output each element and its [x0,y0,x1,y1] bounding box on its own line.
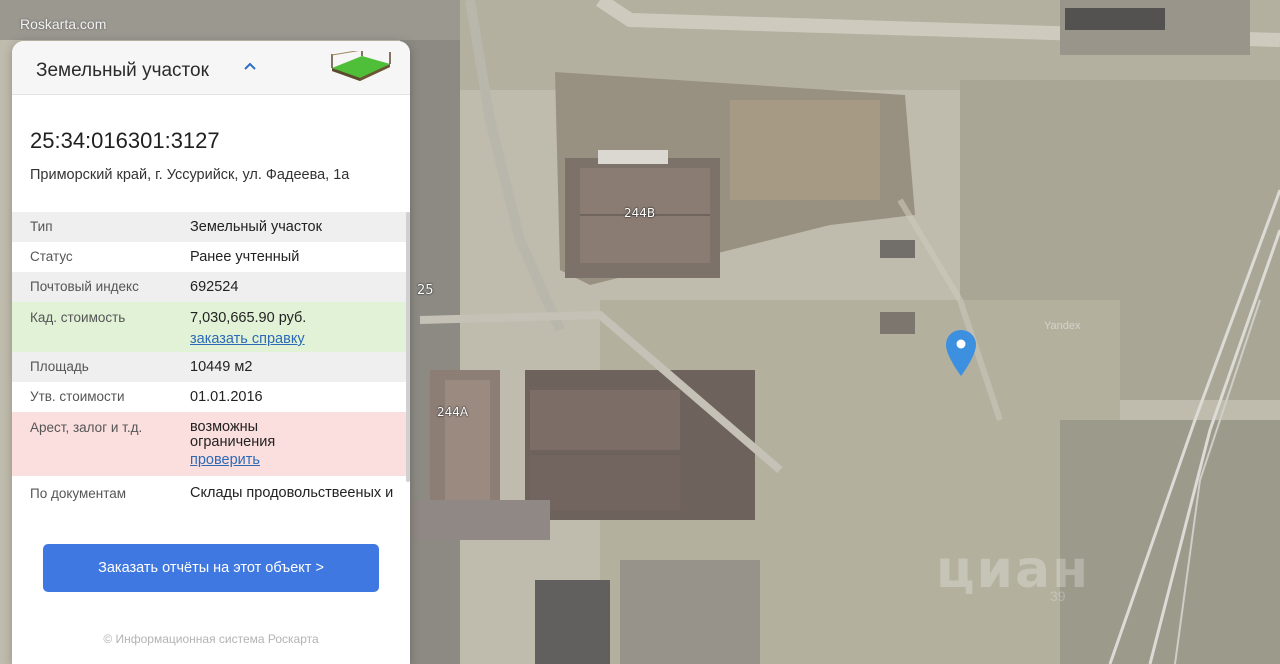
row-label: Статус [30,249,73,264]
parcel-attributes-table: Тип Земельный участок Статус Ранее учтен… [12,212,410,532]
cian-watermark-sub: 39 [1050,588,1066,604]
copyright-text: © Информационная система Роскарта [103,632,319,646]
building-label-244v: 244В [624,206,656,220]
table-row: Почтовый индекс 692524 [12,272,410,302]
chevron-up-icon[interactable] [243,60,257,74]
table-row: Тип Земельный участок [12,212,410,242]
table-row: Статус Ранее учтенный [12,242,410,272]
table-row: По документам Склады продовольствееных и [12,476,410,532]
map-pin-icon[interactable] [945,329,977,377]
table-row-cadastral-value: Кад. стоимость 7,030,665.90 руб. заказат… [12,302,410,352]
table-row: Утв. стоимости 01.01.2016 [12,382,410,412]
row-label: Почтовый индекс [30,279,139,294]
scrollbar[interactable] [406,212,410,482]
cian-watermark: циан [936,540,1090,600]
building-label-25: 25 [417,283,434,298]
brand-watermark: Roskarta.com [20,16,107,32]
row-label: Площадь [30,359,89,374]
order-certificate-link[interactable]: заказать справку [190,330,410,348]
row-value: возможны ограничения [190,419,276,450]
row-label: Утв. стоимости [30,389,125,404]
row-value: 10449 м2 [190,359,253,375]
order-reports-button[interactable]: Заказать отчёты на этот объект > [43,544,379,592]
card-header[interactable]: Земельный участок [12,41,410,95]
yandex-label: Yandex [1044,320,1081,332]
parcel-address: Приморский край, г. Уссурийск, ул. Фадее… [30,167,350,183]
row-value: 01.01.2016 [190,389,263,405]
row-label: Арест, залог и т.д. [30,420,143,435]
check-encumbrance-link[interactable]: проверить [190,453,410,468]
land-plot-icon [331,51,391,81]
table-row: Площадь 10449 м2 [12,352,410,382]
table-row-encumbrance: Арест, залог и т.д. возможны ограничения… [12,412,410,476]
row-value: 692524 [190,279,239,295]
row-label: Кад. стоимость [30,310,126,325]
row-value: Склады продовольствееных и [190,485,394,501]
row-label: По документам [30,486,127,501]
parcel-info-card: Земельный участок 25:34:016301:3127 Прим… [12,41,410,664]
row-value: Ранее учтенный [190,249,300,265]
row-value: 7,030,665.90 руб. [190,310,307,326]
card-title: Земельный участок [36,60,209,81]
cadastral-number: 25:34:016301:3127 [30,128,220,153]
building-label-244a: 244А [437,405,469,419]
row-label: Тип [30,219,53,234]
row-value: Земельный участок [190,219,322,235]
